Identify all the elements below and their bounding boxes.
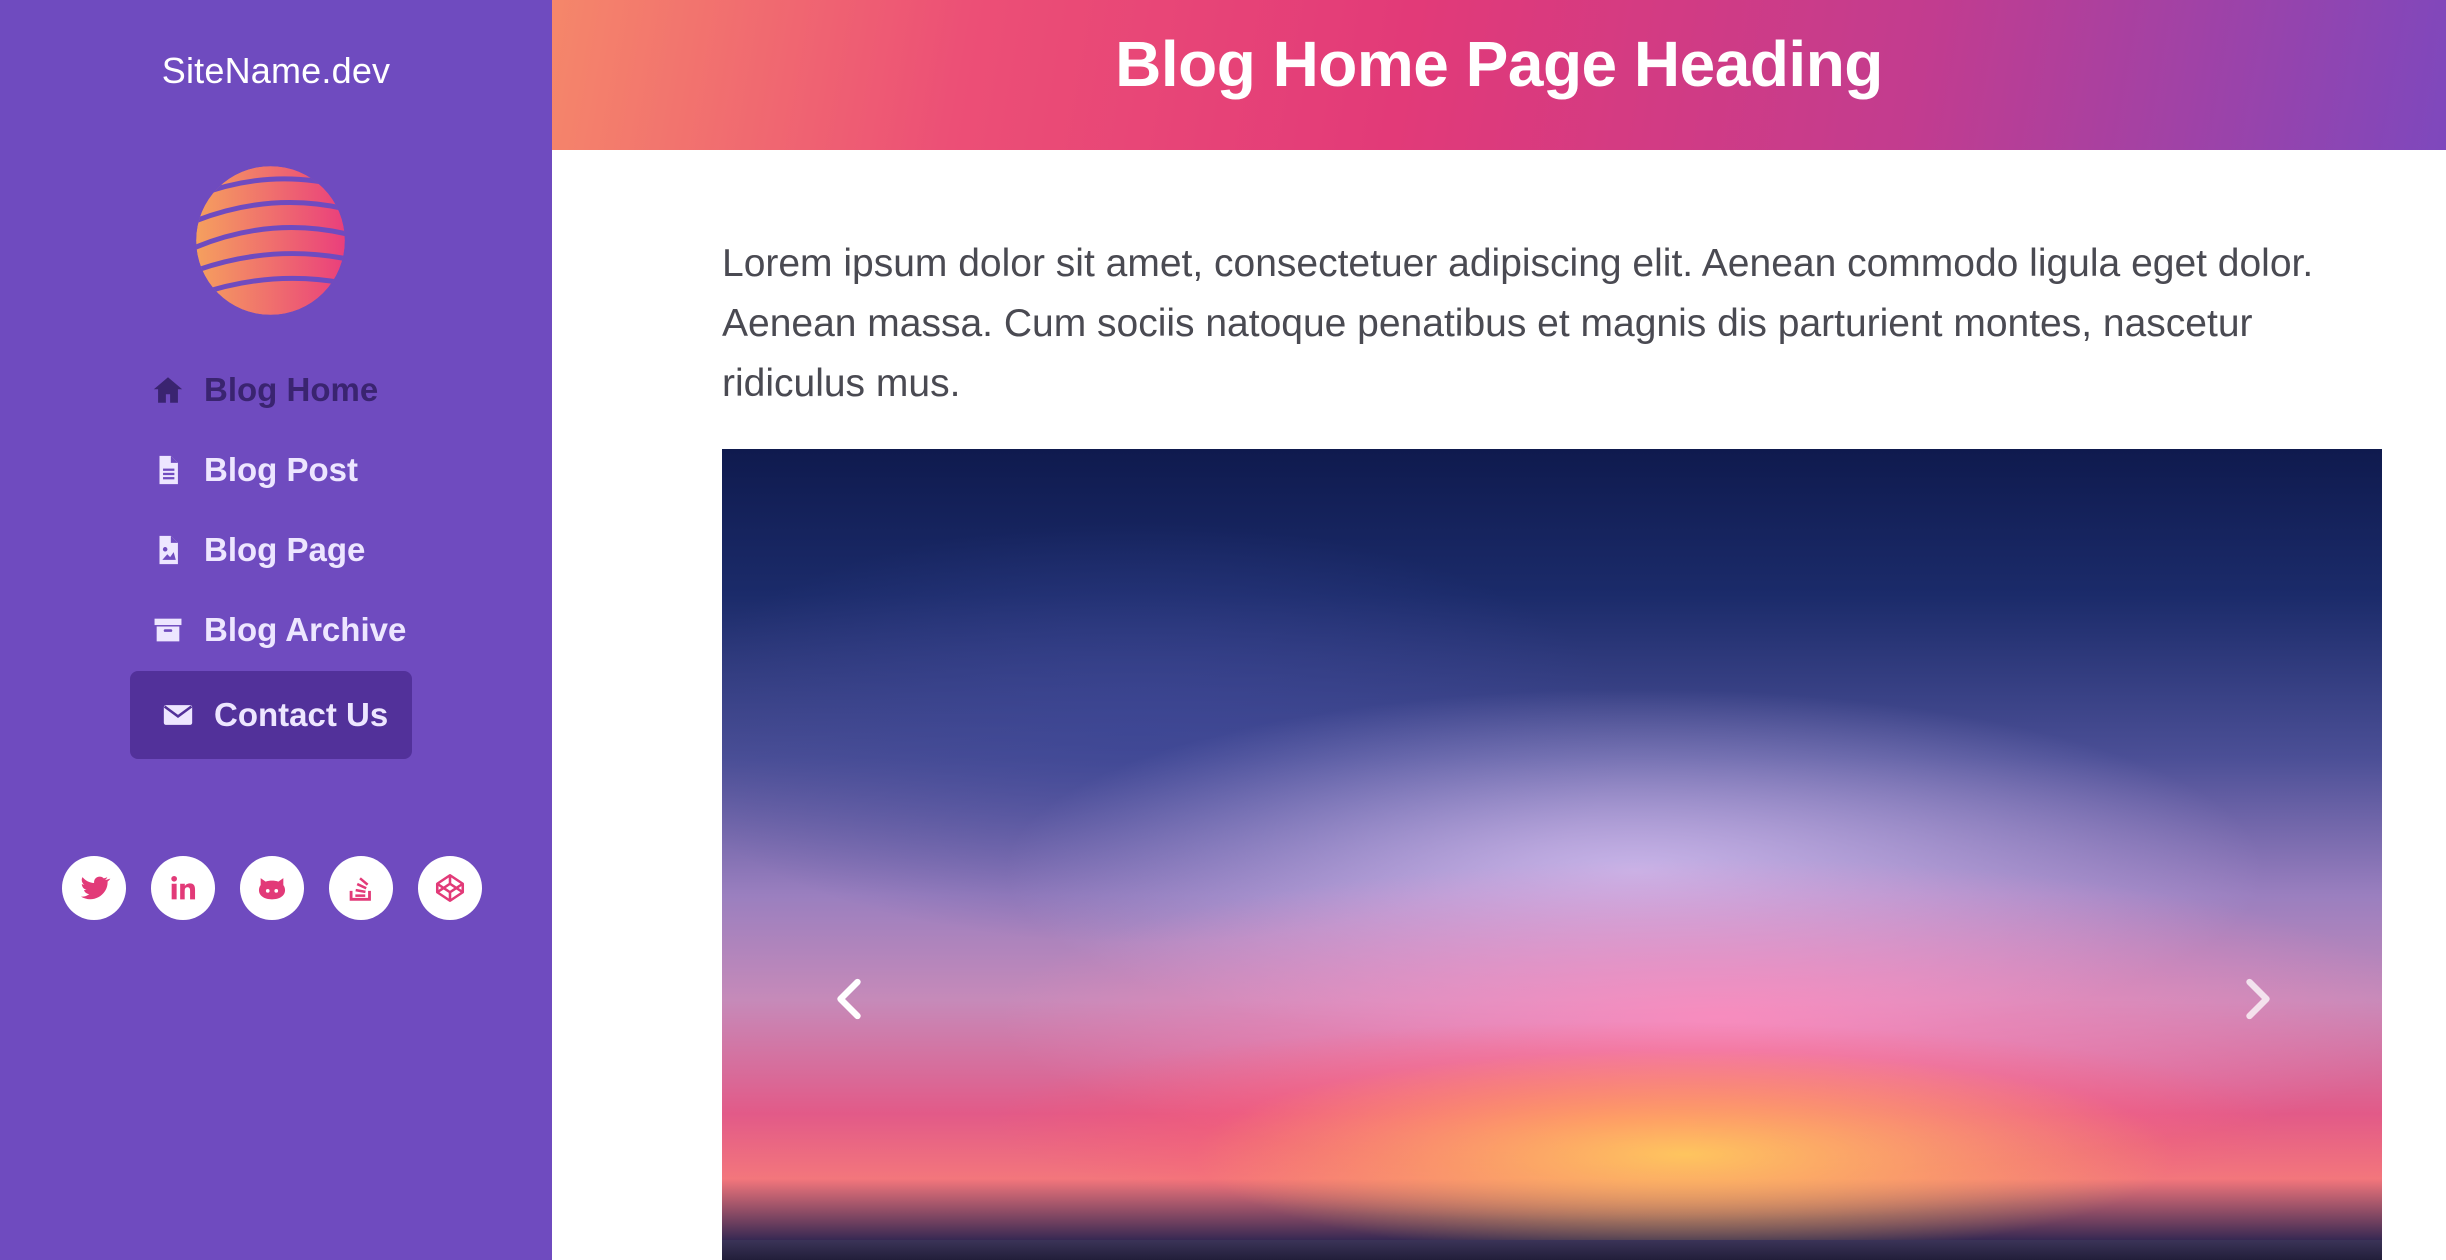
twitter-icon[interactable]: [62, 856, 126, 920]
linkedin-icon[interactable]: [151, 856, 215, 920]
image-carousel[interactable]: [722, 449, 2382, 1260]
nav-label: Blog Post: [204, 451, 358, 488]
nav-item-contact-us[interactable]: Contact Us: [130, 671, 413, 759]
carousel-next-button[interactable]: [2235, 978, 2281, 1024]
stack-overflow-icon[interactable]: [329, 856, 393, 920]
nav-item-blog-archive[interactable]: Blog Archive: [150, 611, 406, 649]
nav-item-blog-page[interactable]: Blog Page: [150, 531, 365, 569]
codepen-icon[interactable]: [418, 856, 482, 920]
home-icon: [150, 372, 186, 408]
nav-item-blog-post[interactable]: Blog Post: [150, 451, 358, 489]
nav-label: Blog Page: [204, 531, 366, 568]
site-name[interactable]: SiteName.dev: [0, 50, 552, 92]
github-icon[interactable]: [240, 856, 304, 920]
nav-item-blog-home[interactable]: Blog Home: [150, 371, 378, 409]
page-title: Blog Home Page Heading: [1115, 28, 1883, 100]
nav-label: Blog Archive: [204, 611, 407, 648]
social-links: [62, 856, 507, 920]
chevron-left-icon: [832, 976, 866, 1027]
envelope-icon: [160, 697, 196, 733]
nav-label: Contact Us: [214, 696, 389, 733]
file-image-icon: [150, 532, 186, 568]
sunset-sky-photo: [722, 449, 2382, 1260]
globe-logo[interactable]: [193, 163, 348, 318]
chevron-right-icon: [2241, 976, 2275, 1027]
archive-icon: [150, 612, 186, 648]
intro-paragraph: Lorem ipsum dolor sit amet, consectetuer…: [722, 242, 2314, 405]
file-text-icon: [150, 452, 186, 488]
carousel-prev-button[interactable]: [826, 978, 872, 1024]
sidebar: SiteName.dev Blog Home Blog Post Blog Pa…: [0, 0, 552, 1260]
sea-horizon: [722, 1240, 2382, 1260]
nav-label: Blog Home: [204, 371, 379, 408]
page-header: Blog Home Page Heading: [552, 0, 2446, 150]
